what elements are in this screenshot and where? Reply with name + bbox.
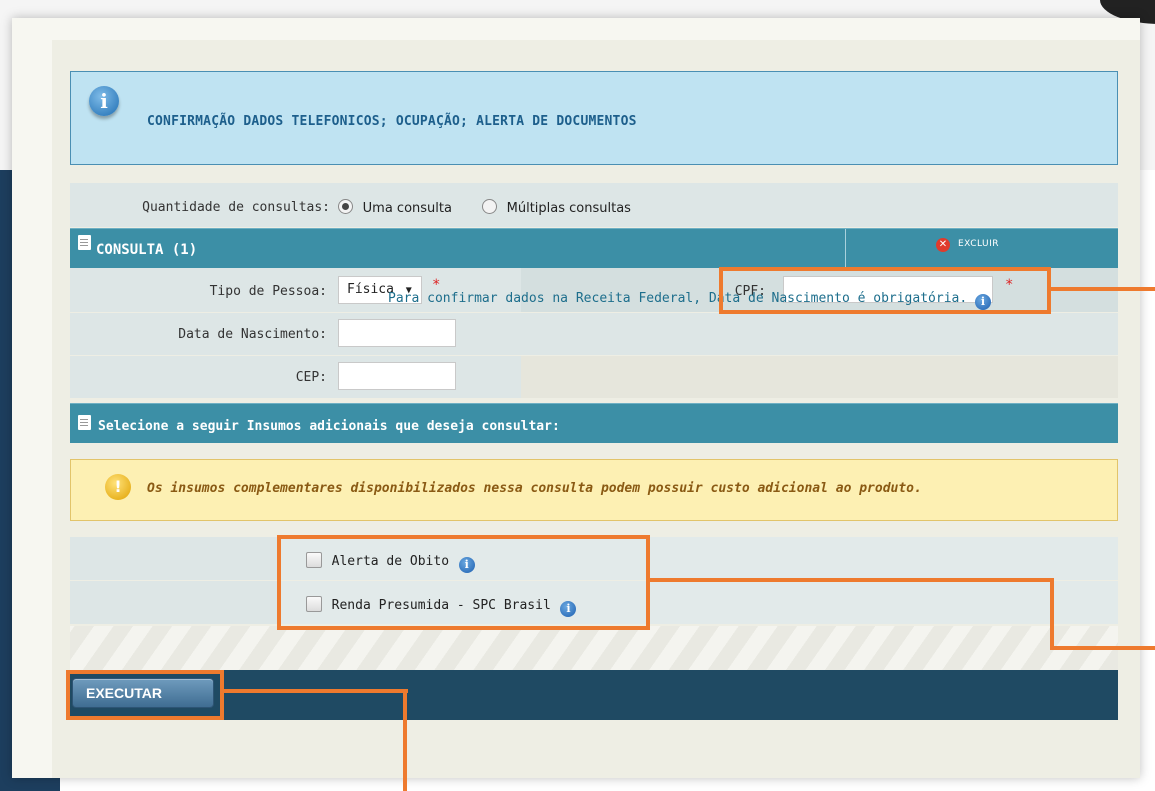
cep-filler <box>521 356 1118 398</box>
radio-single-button[interactable] <box>338 199 353 214</box>
cep-label: CEP: <box>295 370 327 385</box>
annotation-line <box>1051 287 1155 291</box>
radio-single[interactable]: Uma consulta <box>338 197 452 216</box>
insumos-title: Selecione a seguir Insumos adicionais qu… <box>98 419 560 434</box>
action-bar <box>70 670 1118 720</box>
nascimento-row: Data de Nascimento: <box>70 313 1118 355</box>
options-highlight <box>277 535 650 630</box>
document-add-icon <box>78 415 91 430</box>
warning-icon: ! <box>105 474 131 500</box>
excluir-button[interactable]: EXCLUIR <box>958 239 999 249</box>
consulta-title: CONSULTA (1) <box>96 242 198 258</box>
warning-text: Os insumos complementares disponibilizad… <box>147 481 922 496</box>
header-separator <box>845 229 846 268</box>
warning-banner: ! Os insumos complementares disponibiliz… <box>70 459 1118 521</box>
tipo-pessoa-label: Tipo de Pessoa: <box>209 284 327 299</box>
annotation-line <box>403 689 407 791</box>
tipo-pessoa-value: Física <box>347 282 394 297</box>
cpf-highlight <box>719 267 1051 314</box>
annotation-line <box>650 578 1053 582</box>
consulta-header: CONSULTA (1) ✕ EXCLUIR <box>70 228 1118 268</box>
cep-input[interactable] <box>338 362 456 390</box>
info-icon: i <box>89 86 119 116</box>
radio-multiple-button[interactable] <box>482 199 497 214</box>
delete-icon[interactable]: ✕ <box>936 238 950 252</box>
radio-multiple-label: Múltiplas consultas <box>506 201 631 216</box>
document-icon <box>78 235 91 250</box>
radio-multiple[interactable]: Múltiplas consultas <box>482 197 631 216</box>
insumos-header: Selecione a seguir Insumos adicionais qu… <box>70 403 1118 443</box>
cep-row: CEP: <box>70 356 1118 398</box>
radio-single-label: Uma consulta <box>362 201 452 216</box>
banner-title: CONFIRMAÇÃO DADOS TELEFONICOS; OCUPAÇÃO;… <box>147 114 637 129</box>
info-banner: i CONFIRMAÇÃO DADOS TELEFONICOS; OCUPAÇÃ… <box>70 71 1118 165</box>
quantity-row: Quantidade de consultas: Uma consulta Mú… <box>70 183 1118 227</box>
quantity-label: Quantidade de consultas: <box>142 200 330 215</box>
annotation-line <box>224 689 408 693</box>
nascimento-label: Data de Nascimento: <box>178 327 327 342</box>
nascimento-input[interactable] <box>338 319 456 347</box>
striped-divider <box>70 626 1118 670</box>
annotation-line <box>1050 578 1054 650</box>
execute-highlight <box>66 670 224 720</box>
annotation-line <box>1050 646 1155 650</box>
